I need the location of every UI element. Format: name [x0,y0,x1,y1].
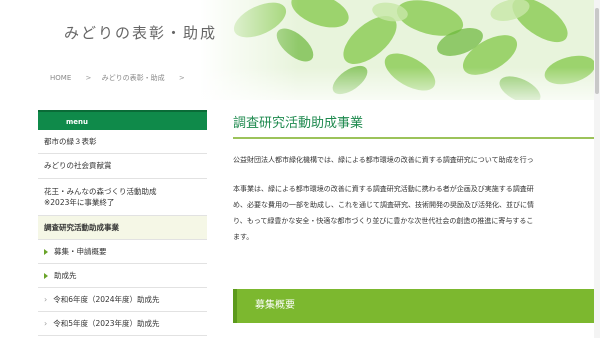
leaf-banner-image [200,0,594,100]
breadcrumb: HOME > みどりの表彰・助成 > [50,73,193,83]
description-line: ます。 [233,233,254,241]
triangle-bullet-icon [44,272,48,279]
breadcrumb-separator: > [85,74,92,82]
sidebar-subitem-label: 令和5年度（2023年度）助成先 [53,319,160,329]
sidebar-item-social-contribution-award[interactable]: みどりの社会貢献賞 [38,154,207,179]
sidebar-menu: menu 都市の緑３表彰 みどりの社会貢献賞 花王・みんなの森づくり活動助成 ※… [38,110,207,337]
breadcrumb-home-link[interactable]: HOME [50,74,71,82]
sidebar-subitem-grantees[interactable]: 助成先 [38,264,207,289]
chevron-right-icon: › [44,319,48,329]
sidebar-item-city-green-awards[interactable]: 都市の緑３表彰 [38,130,207,155]
description-line: り、もって緑豊かな安全・快適な都市づくり並びに豊かな次世代社会の創造の推進に寄与… [233,217,534,225]
breadcrumb-separator: > [178,74,185,82]
chevron-right-icon: › [44,295,48,305]
sidebar-subitem-2023-grantees[interactable]: › 令和5年度（2023年度）助成先 [38,312,207,337]
sidebar-subitem-label: 令和6年度（2024年度）助成先 [53,295,160,305]
breadcrumb-current[interactable]: みどりの表彰・助成 [102,74,165,82]
sidebar-subitem-label: 助成先 [54,271,77,281]
sidebar-subitem-label: 募集・申請概要 [54,247,107,257]
triangle-bullet-icon [44,248,48,255]
scrollbar-thumb[interactable] [595,8,599,94]
description-line: め、必要な費用の一部を助成し、これを通じて調査研究、技術開発の奨励及び活発化、並… [233,201,534,209]
section-heading-recruitment: 募集概要 [233,289,594,323]
main-content: 調査研究活動助成事業 公益財団法人都市緑化機構では、緑による都市環境の改善に資す… [233,112,594,245]
intro-paragraph: 公益財団法人都市緑化機構では、緑による都市環境の改善に資する調査研究について助成… [233,156,534,164]
description-paragraph: 本事業は、緑による都市環境の改善に資する調査研究活動に携わる者が企画及び実施する… [233,181,594,245]
sidebar-item-label: 花王・みんなの森づくり活動助成 [44,186,157,196]
sidebar-subitem-application[interactable]: 募集・申請概要 [38,240,207,265]
sidebar-subitem-2024-grantees[interactable]: › 令和6年度（2024年度）助成先 [38,288,207,313]
page-title: 調査研究活動助成事業 [233,112,594,139]
sidebar-item-research-grant[interactable]: 調査研究活動助成事業 [38,216,207,241]
sidebar-item-note: ※2023年に事業終了 [44,197,115,207]
menu-heading: menu [38,110,207,130]
site-title: みどりの表彰・助成 [64,24,218,42]
sidebar-item-kao-forest-grant[interactable]: 花王・みんなの森づくり活動助成 ※2023年に事業終了 [38,178,207,216]
description-line: 本事業は、緑による都市環境の改善に資する調査研究活動に携わる者が企画及び実施する… [233,185,534,193]
header: みどりの表彰・助成 HOME > みどりの表彰・助成 > [0,0,600,100]
